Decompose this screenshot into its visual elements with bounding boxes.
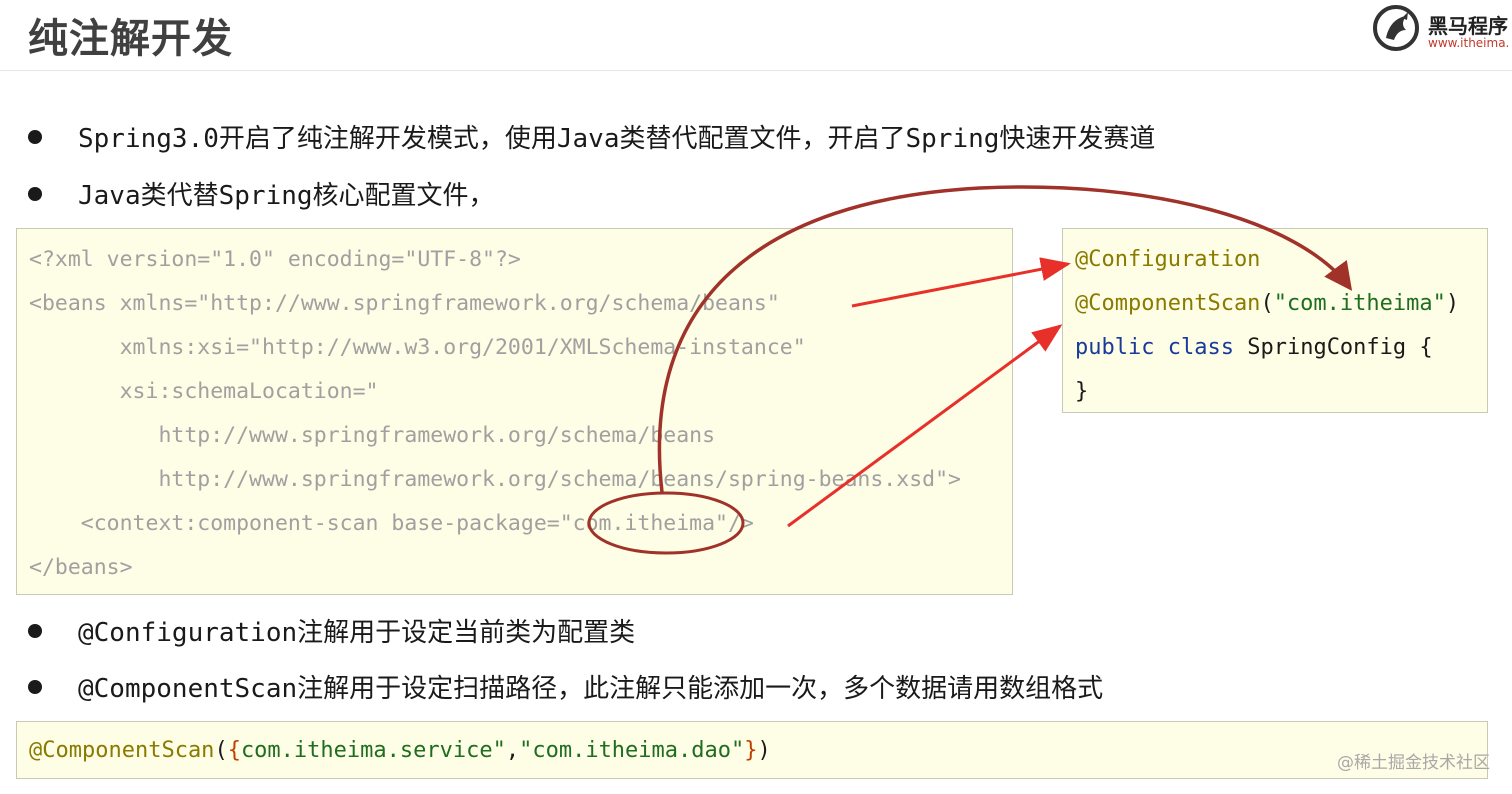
componentscan-annotation: @ComponentScan [29,738,215,763]
logo-text: 黑马程序 [1428,14,1508,38]
code-line: @ComponentScan({com.itheima.service","co… [29,738,771,763]
bullet-dot [28,623,42,638]
bullet-text: @Configuration注解用于设定当前类为配置类 [78,618,636,648]
code-line: http://www.springframework.org/schema/be… [29,467,961,492]
configuration-annotation: @Configuration [1075,247,1261,272]
package-string: "com.itheima" [1273,291,1446,316]
code-line: </beans> [29,555,133,580]
bullet-dot [28,186,42,201]
code-line: @ComponentScan("com.itheima") [1075,291,1459,316]
closing-brace: } [1075,379,1089,404]
code-line: xmlns:xsi="http://www.w3.org/2001/XMLSch… [29,335,806,360]
paren: ( [1260,291,1274,316]
java-config-code-block: @Configuration @ComponentScan("com.ithei… [1062,228,1488,413]
code-line: } [1075,379,1088,404]
brace: } [744,738,758,763]
bullet-dot [28,129,42,144]
brand-logo: 黑马程序 www.itheima. [1370,2,1512,54]
paren: ) [757,738,771,763]
keyword: class [1167,335,1234,360]
bullet-item: @ComponentScan注解用于设定扫描路径，此注解只能添加一次，多个数据请… [28,668,1103,705]
paren: ( [214,738,228,763]
watermark: @稀土掘金技术社区 [1337,753,1490,773]
slide-header: 纯注解开发 黑马程序 www.itheima. [0,0,1512,71]
bullet-item: @Configuration注解用于设定当前类为配置类 [28,612,635,649]
code-line: public class SpringConfig { [1075,335,1433,360]
xml-config-code-block: <?xml version="1.0" encoding="UTF-8"?> <… [16,228,1013,595]
code-line: <?xml version="1.0" encoding="UTF-8"?> [29,247,521,272]
componentscan-annotation: @ComponentScan [1075,291,1261,316]
brace: { [227,738,241,763]
keyword: public [1075,335,1155,360]
bullet-item: Java类代替Spring核心配置文件， [28,175,495,212]
package-string: "com.itheima.dao" [519,738,745,763]
package-string: com.itheima.service" [240,738,506,763]
componentscan-array-code-block: @ComponentScan({com.itheima.service","co… [16,721,1488,779]
page-title: 纯注解开发 [28,16,233,62]
bullet-dot [28,679,42,694]
bullet-text: Spring3.0开启了纯注解开发模式，使用Java类替代配置文件，开启了Spr… [78,124,1156,154]
code-line: http://www.springframework.org/schema/be… [29,423,716,448]
code-line: @Configuration [1075,247,1260,272]
comma: , [505,738,520,763]
bullet-item: Spring3.0开启了纯注解开发模式，使用Java类替代配置文件，开启了Spr… [28,118,1155,155]
code-line: <beans xmlns="http://www.springframework… [29,291,780,316]
bullet-text: Java类代替Spring核心配置文件， [78,181,495,211]
code-line: <context:component-scan base-package="co… [29,511,754,536]
paren: ) [1445,291,1460,316]
bullet-text: @ComponentScan注解用于设定扫描路径，此注解只能添加一次，多个数据请… [78,674,1104,704]
class-name: SpringConfig { [1247,335,1433,360]
code-line: xsi:schemaLocation=" [29,379,379,404]
horse-logo-icon [1373,5,1419,51]
logo-url: www.itheima. [1428,36,1510,50]
